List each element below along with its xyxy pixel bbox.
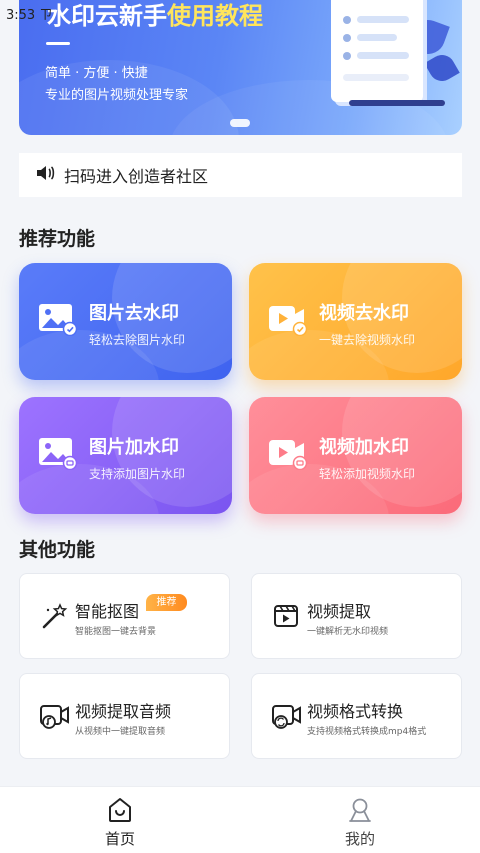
recommend-badge: 推荐 <box>146 594 187 611</box>
video-remove-icon <box>268 302 308 340</box>
banner-title-plain: 水印云新手 <box>47 2 167 30</box>
format-convert-icon <box>272 702 302 734</box>
video-add-icon <box>268 436 308 474</box>
card-subtitle: 一键去除视频水印 <box>319 333 416 347</box>
tab-label: 首页 <box>104 830 135 848</box>
leaf-decor <box>424 50 460 86</box>
tab-mine[interactable]: 我的 <box>300 787 420 853</box>
card-title: 视频加水印 <box>319 437 409 458</box>
tab-label: 我的 <box>344 830 375 848</box>
video-extract-icon <box>272 602 300 634</box>
card-video-remove-watermark[interactable]: 视频去水印 一键去除视频水印 <box>249 263 462 380</box>
speaker-icon <box>35 164 55 186</box>
item-video-audio-extract[interactable]: 视频提取音频 从视频中一键提取音频 <box>19 673 230 759</box>
home-icon <box>108 797 132 827</box>
image-add-icon <box>38 436 78 474</box>
audio-extract-icon <box>40 702 70 734</box>
status-time: 3:53 <box>6 8 36 23</box>
status-bar: 3:53 ㄗ <box>6 4 52 23</box>
banner-subtitle-2: 专业的图片视频处理专家 <box>45 88 189 103</box>
recommended-heading: 推荐功能 <box>19 228 96 250</box>
card-video-add-watermark[interactable]: 视频加水印 轻松添加视频水印 <box>249 397 462 514</box>
card-subtitle: 轻松添加视频水印 <box>319 467 416 481</box>
card-title: 图片加水印 <box>89 437 179 458</box>
item-title: 智能抠图 <box>75 602 140 621</box>
card-subtitle: 支持添加图片水印 <box>89 467 186 481</box>
item-subtitle: 智能抠图一键去背景 <box>75 627 157 637</box>
card-title: 视频去水印 <box>319 303 409 324</box>
other-heading: 其他功能 <box>19 539 96 561</box>
card-title: 图片去水印 <box>89 303 179 324</box>
notice-text: 扫码进入创造者社区 <box>64 167 209 186</box>
banner-title-highlight: 使用教程 <box>167 2 263 30</box>
item-video-format-convert[interactable]: 视频格式转换 支持视频格式转换成mp4格式 <box>251 673 462 759</box>
banner-title: 水印云新手使用教程 <box>47 0 263 31</box>
item-subtitle: 支持视频格式转换成mp4格式 <box>307 727 427 737</box>
community-notice[interactable]: 扫码进入创造者社区 <box>19 153 462 197</box>
item-title: 视频提取 <box>307 602 372 621</box>
tab-home[interactable]: 首页 <box>60 787 180 853</box>
carrier-glyph: ㄗ <box>39 8 53 23</box>
card-image-remove-watermark[interactable]: 图片去水印 轻松去除图片水印 <box>19 263 232 380</box>
item-title: 视频格式转换 <box>307 702 404 721</box>
item-video-extract[interactable]: 视频提取 一键解析无水印视频 <box>251 573 462 659</box>
item-subtitle: 一键解析无水印视频 <box>307 627 389 637</box>
tutorial-banner[interactable]: 水印云新手使用教程 简单 · 方便 · 快捷 专业的图片视频处理专家 <box>19 0 462 135</box>
card-subtitle: 轻松去除图片水印 <box>89 333 186 347</box>
profile-icon <box>348 797 372 827</box>
item-subtitle: 从视频中一键提取音频 <box>75 727 166 737</box>
card-image-add-watermark[interactable]: 图片加水印 支持添加图片水印 <box>19 397 232 514</box>
bottom-tab-bar: 首页 我的 <box>0 786 480 853</box>
item-title: 视频提取音频 <box>75 702 172 721</box>
illustration-base <box>349 100 445 106</box>
item-smart-cutout[interactable]: 智能抠图 推荐 智能抠图一键去背景 <box>19 573 230 659</box>
banner-subtitle: 简单 · 方便 · 快捷 <box>45 66 148 81</box>
image-remove-icon <box>38 302 78 340</box>
carousel-indicator[interactable] <box>230 119 250 127</box>
banner-divider <box>46 42 70 45</box>
magic-wand-icon <box>40 602 68 634</box>
document-illustration <box>331 0 423 102</box>
